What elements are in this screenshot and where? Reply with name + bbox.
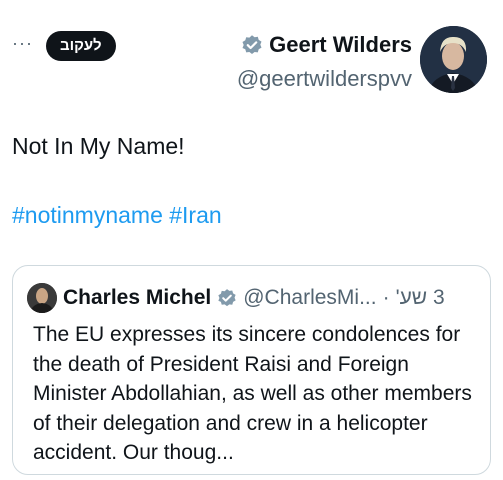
verified-badge-icon	[217, 288, 237, 308]
quoted-author-handle: @CharlesMi...	[243, 286, 377, 309]
quoted-tweet-card[interactable]: Charles Michel @CharlesMi... · 3 שע' The…	[12, 265, 491, 475]
tweet-hashtags: #notinmyname #Iran	[12, 202, 222, 229]
hashtag-link[interactable]: #notinmyname	[12, 202, 163, 228]
quoted-tweet-header: Charles Michel @CharlesMi... · 3 שע'	[27, 283, 476, 313]
tweet-text: Not In My Name!	[12, 133, 185, 159]
more-options-icon[interactable]: ···	[12, 33, 36, 53]
author-avatar[interactable]	[420, 26, 487, 93]
author-name-row[interactable]: Geert Wilders	[241, 32, 412, 58]
author-handle[interactable]: @geertwilderspvv	[237, 66, 412, 92]
quoted-author-avatar[interactable]	[27, 283, 57, 313]
author-display-name: Geert Wilders	[269, 32, 412, 57]
quoted-author-name: Charles Michel	[63, 286, 212, 309]
follow-button[interactable]: לעקוב	[46, 31, 116, 61]
verified-badge-icon	[241, 34, 263, 56]
hashtag-link[interactable]: #Iran	[169, 202, 221, 228]
quoted-tweet-time[interactable]: 3 שע'	[396, 286, 445, 310]
separator-dot: ·	[382, 286, 390, 309]
quoted-tweet-text: The EU expresses its sincere condolences…	[33, 323, 472, 464]
